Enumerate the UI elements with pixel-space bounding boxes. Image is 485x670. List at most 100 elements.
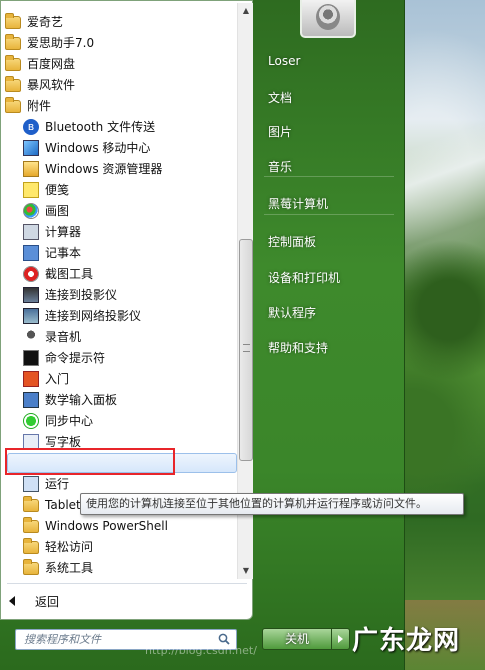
program-item-label: 画图: [45, 204, 70, 218]
program-item[interactable]: 计算器: [23, 221, 235, 242]
program-item-label: Windows PowerShell: [45, 518, 168, 533]
sync-center-icon: [23, 412, 39, 429]
calculator-icon: [23, 223, 39, 240]
back-button[interactable]: 返回: [9, 591, 59, 611]
back-label: 返回: [35, 594, 60, 609]
program-item-label: 同步中心: [45, 414, 94, 428]
program-item[interactable]: 运行: [23, 473, 235, 494]
program-item[interactable]: 同步中心: [23, 410, 235, 431]
folder-icon: [23, 559, 39, 575]
program-item[interactable]: 数学输入面板: [23, 389, 235, 410]
watermark: http://blog.csdn.net/: [145, 644, 257, 657]
program-item[interactable]: 连接到投影仪: [23, 284, 235, 305]
scroll-grip-icon: [243, 344, 250, 352]
program-folder-item[interactable]: 轻松访问: [23, 536, 235, 557]
bluetooth-icon: ʙ: [23, 118, 39, 135]
program-item-label: 暴风软件: [27, 78, 76, 92]
math-input-icon: [23, 391, 39, 408]
right-panel-item[interactable]: Loser: [258, 48, 398, 74]
program-item[interactable]: 录音机: [23, 326, 235, 347]
sticky-notes-icon: [23, 181, 39, 198]
shutdown-button[interactable]: 关机: [262, 628, 332, 650]
right-panel-item[interactable]: 设备和打印机: [258, 264, 398, 290]
program-item-label: 连接到网络投影仪: [45, 309, 142, 323]
network-projector-icon: [23, 307, 39, 324]
program-item-label: 轻松访问: [45, 540, 94, 554]
program-item[interactable]: 连接到网络投影仪: [23, 305, 235, 326]
program-item[interactable]: 记事本: [23, 242, 235, 263]
projector-icon: [23, 286, 39, 303]
program-item-label: 数学输入面板: [45, 393, 118, 407]
right-panel-separator: [264, 214, 394, 215]
program-item[interactable]: 命令提示符: [23, 347, 235, 368]
program-item-label: 爱奇艺: [27, 15, 64, 29]
notepad-icon: [23, 244, 39, 261]
red-highlight-box: [5, 448, 175, 475]
program-item-label: 截图工具: [45, 267, 94, 281]
program-item-label: 百度网盘: [27, 57, 76, 71]
folder-icon: [5, 76, 21, 92]
right-panel-item[interactable]: 图片: [258, 118, 398, 144]
folder-icon: [5, 97, 21, 113]
command-prompt-icon: [23, 349, 39, 366]
program-item-label: 录音机: [45, 330, 82, 344]
folder-icon: [5, 34, 21, 50]
scroll-thumb[interactable]: [239, 239, 253, 461]
scroll-down-arrow-icon[interactable]: ▼: [238, 563, 254, 579]
program-item-label: 运行: [45, 477, 70, 491]
program-folder-item[interactable]: Windows PowerShell: [23, 515, 235, 536]
program-folder-item[interactable]: 爱奇艺: [5, 11, 233, 32]
right-panel-separator: [264, 176, 394, 177]
program-item-label: 连接到投影仪: [45, 288, 118, 302]
program-item[interactable]: 截图工具: [23, 263, 235, 284]
back-arrow-icon: [9, 596, 15, 606]
user-avatar[interactable]: [300, 0, 356, 38]
shutdown-options-arrow-icon[interactable]: [332, 628, 350, 650]
start-menu: 爱奇艺爱思助手7.0 百度网盘暴风软件附件 ʙ Bluetooth 文件传送 Windo…: [0, 0, 405, 670]
folder-icon: [23, 496, 39, 512]
program-item-label: Windows 移动中心: [45, 141, 151, 155]
site-logo: 广东龙网: [352, 626, 461, 656]
folder-icon: [5, 13, 21, 29]
right-panel-item[interactable]: 黑莓计算机: [258, 190, 398, 216]
snipping-tool-icon: [23, 265, 39, 282]
program-item-label: 系统工具: [45, 561, 94, 575]
getting-started-icon: [23, 370, 39, 387]
program-folder-item[interactable]: 附件: [5, 95, 233, 116]
back-divider: [7, 583, 247, 584]
program-folder-item[interactable]: 爱思助手7.0: [5, 32, 233, 53]
program-item-label: Bluetooth 文件传送: [45, 120, 156, 134]
right-panel-item[interactable]: 默认程序: [258, 299, 398, 325]
right-panel-item[interactable]: 文档: [258, 84, 398, 110]
program-folder-item[interactable]: 系统工具: [23, 557, 235, 578]
program-folder-item[interactable]: 暴风软件: [5, 74, 233, 95]
folder-icon: [23, 538, 39, 554]
program-item[interactable]: ʙ Bluetooth 文件传送: [23, 116, 235, 137]
tooltip: 使用您的计算机连接至位于其他位置的计算机并运行程序或访问文件。: [80, 493, 464, 515]
sound-recorder-icon: [23, 328, 39, 345]
program-item-label: 便笺: [45, 183, 70, 197]
scroll-up-arrow-icon[interactable]: ▲: [238, 3, 254, 19]
program-item-label: Windows 资源管理器: [45, 162, 163, 176]
program-folder-item[interactable]: 百度网盘: [5, 53, 233, 74]
program-item[interactable]: 便笺: [23, 179, 235, 200]
program-item-label: Tablet: [45, 497, 81, 512]
program-item-label: 附件: [27, 99, 52, 113]
program-item-label: 记事本: [45, 246, 82, 260]
explorer-icon: [23, 160, 39, 177]
program-item[interactable]: 入门: [23, 368, 235, 389]
user-picture-icon: [316, 4, 340, 30]
program-item[interactable]: 画图: [23, 200, 235, 221]
program-item-label: 爱思助手7.0: [27, 36, 95, 50]
program-item-label: 命令提示符: [45, 351, 106, 365]
program-item[interactable]: Windows 资源管理器: [23, 158, 235, 179]
run-icon: [23, 475, 39, 492]
folder-icon: [23, 517, 39, 533]
program-item-label: 计算器: [45, 225, 82, 239]
program-item-label: 入门: [45, 372, 70, 386]
right-panel-item[interactable]: 帮助和支持: [258, 334, 398, 360]
folder-icon: [5, 55, 21, 71]
paint-icon: [23, 202, 39, 219]
program-item[interactable]: Windows 移动中心: [23, 137, 235, 158]
right-panel-item[interactable]: 控制面板: [258, 228, 398, 254]
